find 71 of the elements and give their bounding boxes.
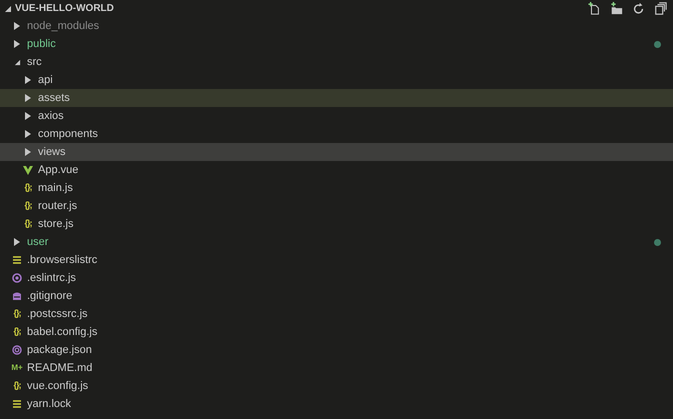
tree-row[interactable]: .eslintrc.js [0,269,673,287]
file-name: App.vue [38,162,78,178]
tree-row[interactable]: App.vue [0,161,673,179]
caret-right-icon[interactable] [14,22,20,30]
folder-name: user [27,234,48,250]
caret-right-icon[interactable] [25,94,31,102]
folder-name: src [27,54,42,70]
folder-name: api [38,72,53,88]
tree-row[interactable]: {}; main.js [0,179,673,197]
explorer-title: VUE-HELLO-WORLD [15,2,114,16]
file-name: package.json [27,342,92,358]
tree-row[interactable]: M+ README.md [0,359,673,377]
braces-icon: {}; [13,307,20,321]
file-name: .browserslistrc [27,252,98,268]
vue-icon [23,166,33,174]
tree-row[interactable]: user [0,233,673,251]
caret-down-icon[interactable] [14,58,20,66]
tree-row[interactable]: api [0,71,673,89]
new-folder-icon[interactable] [610,2,623,15]
tree-row[interactable]: .browserslistrc [0,251,673,269]
lines-icon [13,400,21,408]
braces-icon: {}; [24,217,32,231]
caret-right-icon[interactable] [25,130,31,138]
tree-row[interactable]: {}; vue.config.js [0,377,673,395]
tree-row[interactable]: assets [0,89,673,107]
file-name: main.js [38,180,73,196]
lines-icon [13,256,21,264]
tree-row[interactable]: views [0,143,673,161]
markdown-icon: M+ [11,362,23,374]
new-file-icon[interactable] [588,2,601,15]
ring-icon [12,273,22,283]
braces-icon: {}; [13,325,20,339]
tree-row[interactable]: {}; router.js [0,197,673,215]
caret-right-icon[interactable] [25,112,31,120]
file-name: .postcssrc.js [27,306,88,322]
tree-row[interactable]: public [0,35,673,53]
file-name: babel.config.js [27,324,98,340]
file-name: README.md [27,360,92,376]
caret-right-icon[interactable] [14,238,20,246]
tree-row[interactable]: {}; store.js [0,215,673,233]
collapse-caret-icon[interactable] [4,4,12,12]
file-name: yarn.lock [27,396,72,412]
braces-icon: {}; [24,199,32,213]
file-name: router.js [38,198,78,214]
braces-icon: {}; [13,379,20,393]
collapse-all-icon[interactable] [654,2,667,15]
caret-right-icon[interactable] [25,76,31,84]
tree-row[interactable]: src [0,53,673,71]
folder-name: node_modules [27,18,100,34]
file-name: vue.config.js [27,378,88,394]
caret-right-icon[interactable] [14,40,20,48]
tree-row[interactable]: package.json [0,341,673,359]
box-icon [12,292,22,300]
tree-row[interactable]: axios [0,107,673,125]
folder-name: public [27,36,56,52]
caret-right-icon[interactable] [25,148,31,156]
tree-row[interactable]: {}; .postcssrc.js [0,305,673,323]
folder-name: components [38,126,98,142]
tree-row[interactable]: node_modules [0,17,673,35]
tree-row[interactable]: yarn.lock [0,395,673,413]
folder-name: axios [38,108,64,124]
braces-icon: {}; [24,181,32,195]
tree-row[interactable]: components [0,125,673,143]
tree-row[interactable]: .gitignore [0,287,673,305]
folder-name: assets [38,90,70,106]
file-name: store.js [38,216,74,232]
folder-name: views [38,144,66,160]
file-name: .gitignore [27,288,72,304]
file-name: .eslintrc.js [27,270,76,286]
refresh-icon[interactable] [632,2,645,15]
tree-row[interactable]: {}; babel.config.js [0,323,673,341]
